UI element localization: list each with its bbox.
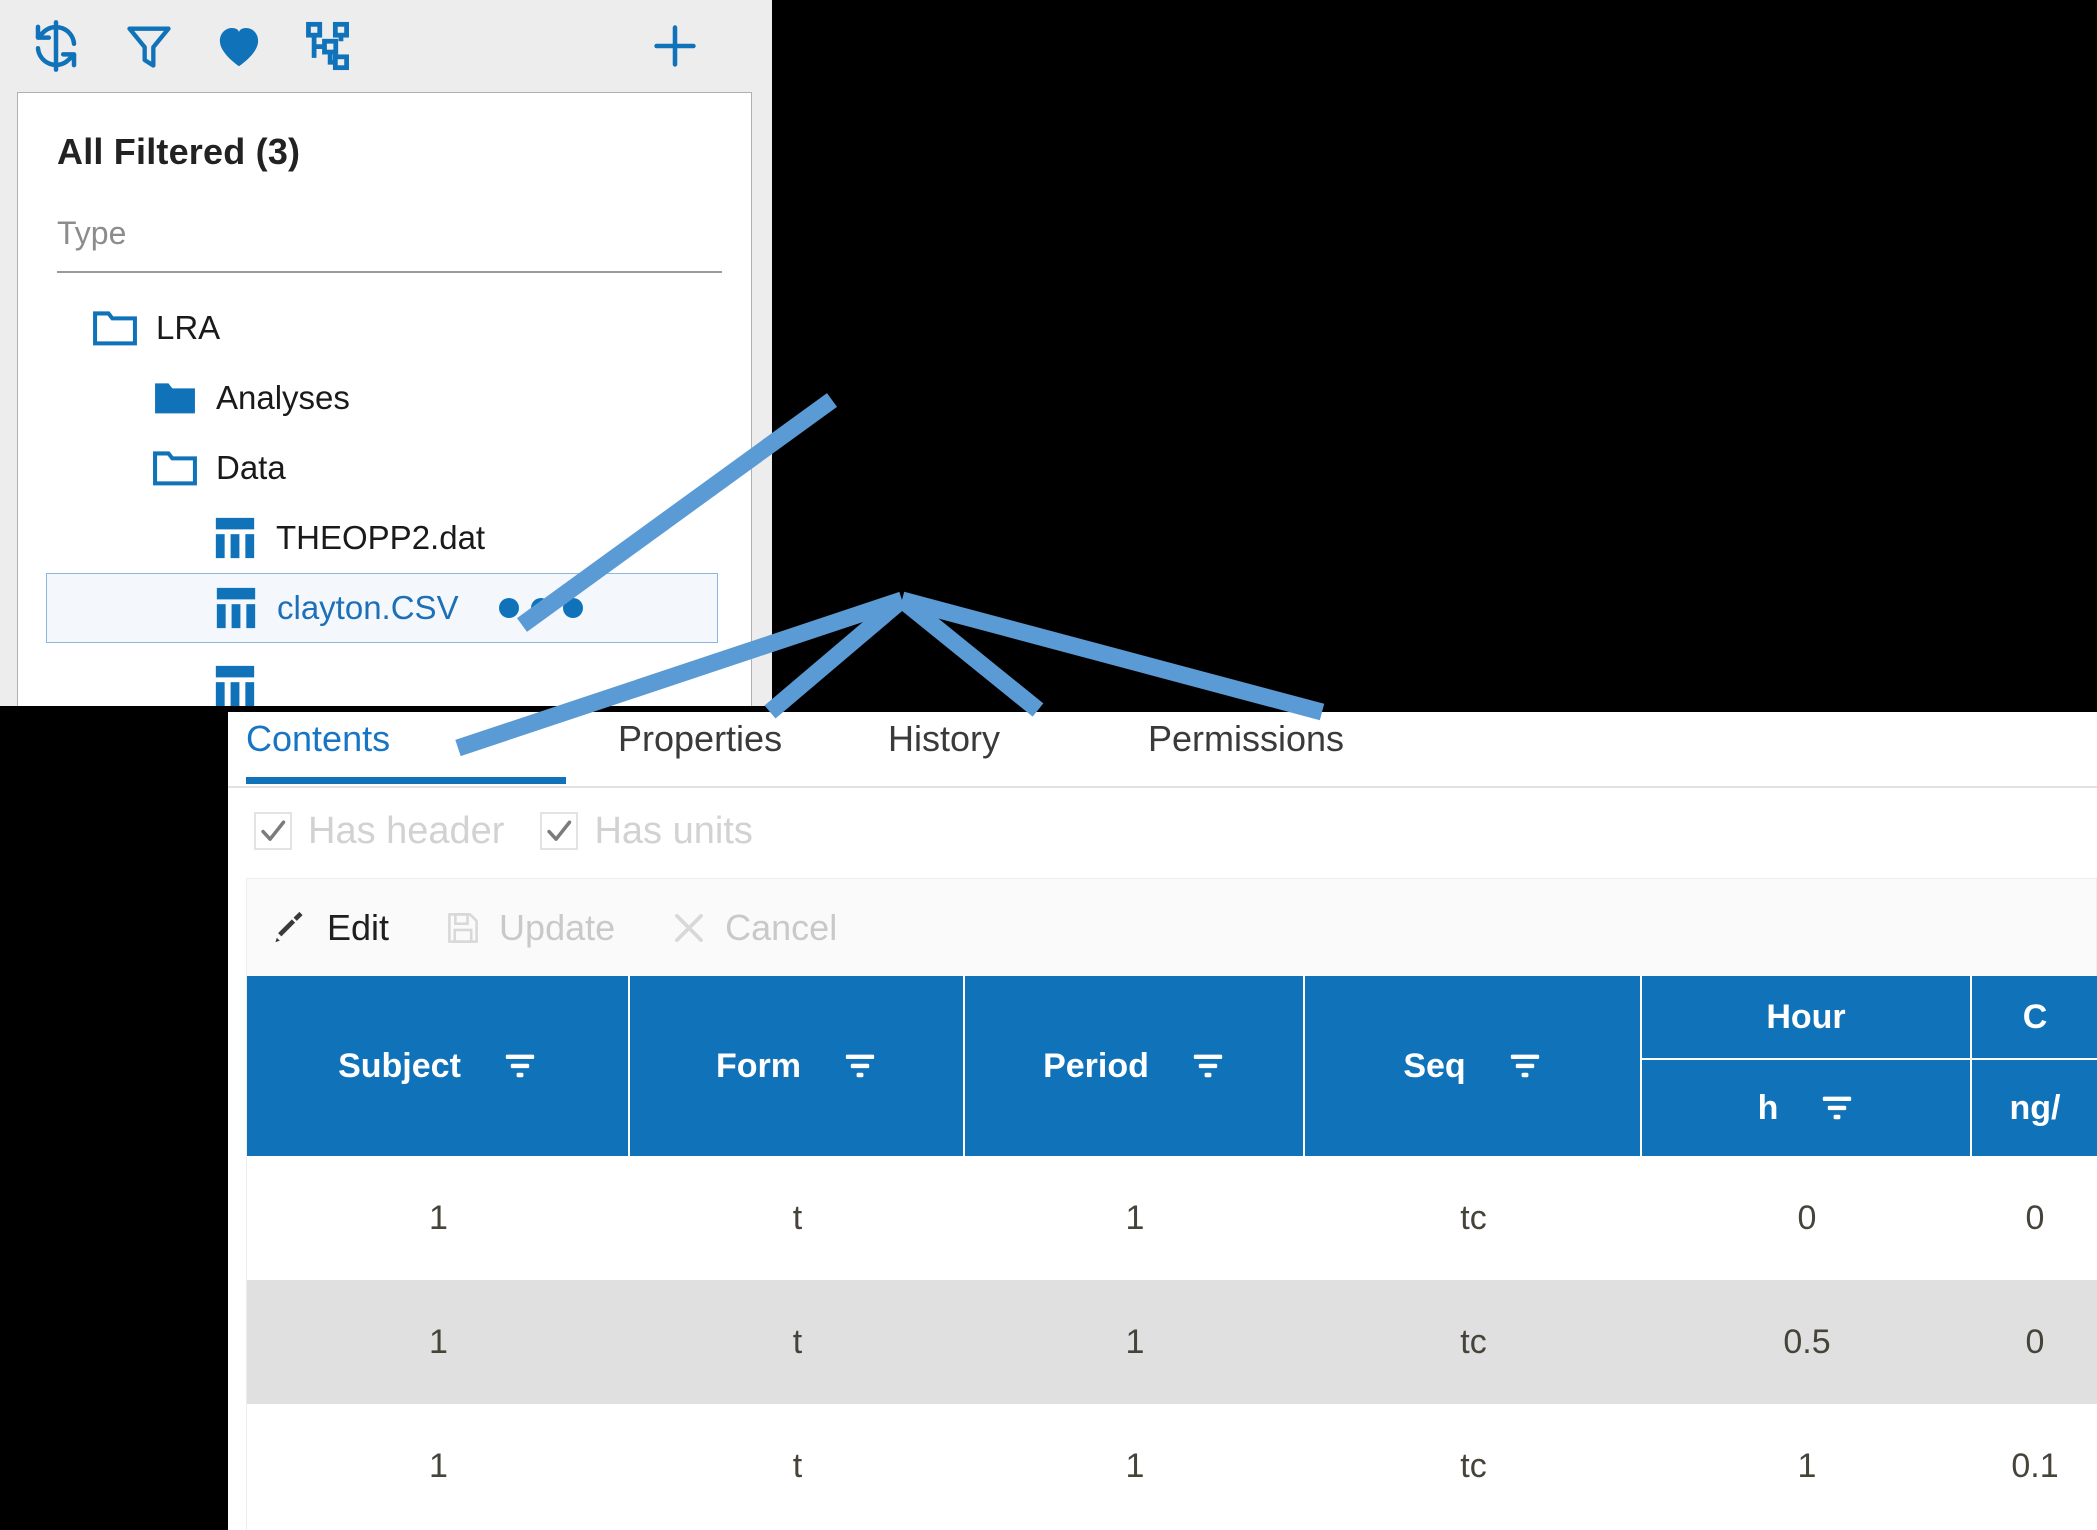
add-icon[interactable]: [645, 16, 705, 76]
update-label: Update: [499, 907, 615, 949]
tree-item-analyses[interactable]: Analyses: [18, 363, 752, 433]
column-unit-label: ng/: [2010, 1089, 2061, 1128]
tree-item-clayton-csv[interactable]: clayton.CSV: [46, 573, 718, 643]
filter-icon[interactable]: [118, 16, 180, 76]
hierarchy-icon[interactable]: [300, 16, 362, 76]
column-header-subject[interactable]: Subject: [247, 976, 630, 1156]
dataset-icon: [211, 586, 261, 630]
pencil-icon: [271, 908, 311, 948]
tree-card: All Filtered (3) LRA: [17, 92, 752, 706]
has-header-checkbox[interactable]: Has header: [254, 810, 504, 853]
cell-conc: 0.1: [1972, 1404, 2097, 1528]
tree-panel-title: All Filtered (3): [57, 131, 300, 173]
tab-bar: Contents Properties History Permissions: [228, 712, 2097, 788]
column-header-label: Subject: [338, 1047, 461, 1086]
table-row[interactable]: 1 t 1 tc 0 0: [247, 1156, 2097, 1280]
cell-form: t: [630, 1156, 965, 1280]
tab-history[interactable]: History: [888, 718, 1000, 784]
column-header-label: Seq: [1403, 1047, 1465, 1086]
update-button[interactable]: Update: [443, 907, 615, 949]
cell-seq: tc: [1305, 1404, 1642, 1528]
cell-subject: 1: [247, 1156, 630, 1280]
close-icon: [669, 908, 709, 948]
tab-contents[interactable]: Contents: [246, 718, 566, 784]
cell-period: 1: [965, 1404, 1305, 1528]
checkmark-icon: [540, 812, 578, 850]
dataset-icon: [210, 664, 260, 706]
data-grid-header: Subject Form: [247, 976, 2097, 1156]
tree-item-data[interactable]: Data: [18, 433, 752, 503]
column-header-hour[interactable]: Hour h: [1642, 976, 1972, 1156]
cell-period: 1: [965, 1156, 1305, 1280]
column-header-form[interactable]: Form: [630, 976, 965, 1156]
grid-edit-toolbar: Edit Update Cancel: [246, 878, 2097, 976]
tab-permissions[interactable]: Permissions: [1148, 718, 1344, 784]
filter-icon[interactable]: [503, 1049, 537, 1083]
folder-filled-icon: [150, 376, 200, 420]
favorite-icon[interactable]: [208, 16, 270, 76]
tree-item-partial[interactable]: [18, 651, 752, 706]
checkmark-icon: [254, 812, 292, 850]
tree-item-overflow-menu-icon[interactable]: [499, 598, 583, 618]
data-grid[interactable]: Subject Form: [246, 976, 2097, 1530]
cell-period: 1: [965, 1280, 1305, 1404]
table-row[interactable]: 1 t 1 tc 0.5 0: [247, 1280, 2097, 1404]
tree-list: LRA Analyses Data: [18, 293, 752, 705]
tree-item-lra[interactable]: LRA: [18, 293, 752, 363]
refresh-icon[interactable]: [25, 16, 87, 76]
edit-button[interactable]: Edit: [271, 907, 389, 949]
cancel-button[interactable]: Cancel: [669, 907, 837, 949]
cell-subject: 1: [247, 1280, 630, 1404]
cell-hour: 1: [1642, 1404, 1972, 1528]
filter-icon[interactable]: [843, 1049, 877, 1083]
tree-search-input[interactable]: [57, 211, 722, 260]
column-header-seq[interactable]: Seq: [1305, 976, 1642, 1156]
cell-hour: 0: [1642, 1156, 1972, 1280]
save-icon: [443, 908, 483, 948]
column-unit-label: h: [1758, 1089, 1779, 1128]
column-header-label: Period: [1043, 1047, 1149, 1086]
column-header-label: Form: [716, 1047, 801, 1086]
has-header-label: Has header: [308, 810, 504, 853]
cell-form: t: [630, 1280, 965, 1404]
column-group-label: Hour: [1766, 998, 1845, 1037]
column-group-label: C: [2023, 998, 2048, 1037]
has-units-checkbox[interactable]: Has units: [540, 810, 752, 853]
cell-subject: 1: [247, 1404, 630, 1528]
tree-item-label: THEOPP2.dat: [276, 519, 485, 557]
tree-item-label: LRA: [156, 309, 220, 347]
contents-options-row: Has header Has units: [228, 788, 2097, 874]
cancel-label: Cancel: [725, 907, 837, 949]
tree-panel: All Filtered (3) LRA: [0, 0, 772, 706]
cell-form: t: [630, 1404, 965, 1528]
column-header-period[interactable]: Period: [965, 976, 1305, 1156]
folder-outline-icon: [150, 446, 200, 490]
annotation-line-history: [902, 600, 1038, 710]
column-header-concentration[interactable]: C ng/: [1972, 976, 2097, 1156]
tree-toolbar: [0, 0, 772, 90]
filter-icon[interactable]: [1820, 1091, 1854, 1125]
annotation-line-properties: [770, 600, 902, 712]
table-row[interactable]: 1 t 1 tc 1 0.1: [247, 1404, 2097, 1528]
cell-conc: 0: [1972, 1156, 2097, 1280]
tree-item-label: Data: [216, 449, 286, 487]
annotation-line-permissions: [902, 600, 1322, 712]
has-units-label: Has units: [594, 810, 752, 853]
dataset-icon: [210, 516, 260, 560]
content-panel: Contents Properties History Permissions …: [228, 712, 2097, 1530]
filter-icon[interactable]: [1508, 1049, 1542, 1083]
tree-item-label: Analyses: [216, 379, 350, 417]
tree-search[interactable]: [57, 211, 722, 273]
edit-label: Edit: [327, 907, 389, 949]
folder-outline-icon: [90, 306, 140, 350]
cell-hour: 0.5: [1642, 1280, 1972, 1404]
tab-properties[interactable]: Properties: [618, 718, 782, 784]
tree-item-theopp2[interactable]: THEOPP2.dat: [18, 503, 752, 573]
tree-item-label: clayton.CSV: [277, 589, 459, 627]
cell-seq: tc: [1305, 1156, 1642, 1280]
cell-seq: tc: [1305, 1280, 1642, 1404]
filter-icon[interactable]: [1191, 1049, 1225, 1083]
cell-conc: 0: [1972, 1280, 2097, 1404]
